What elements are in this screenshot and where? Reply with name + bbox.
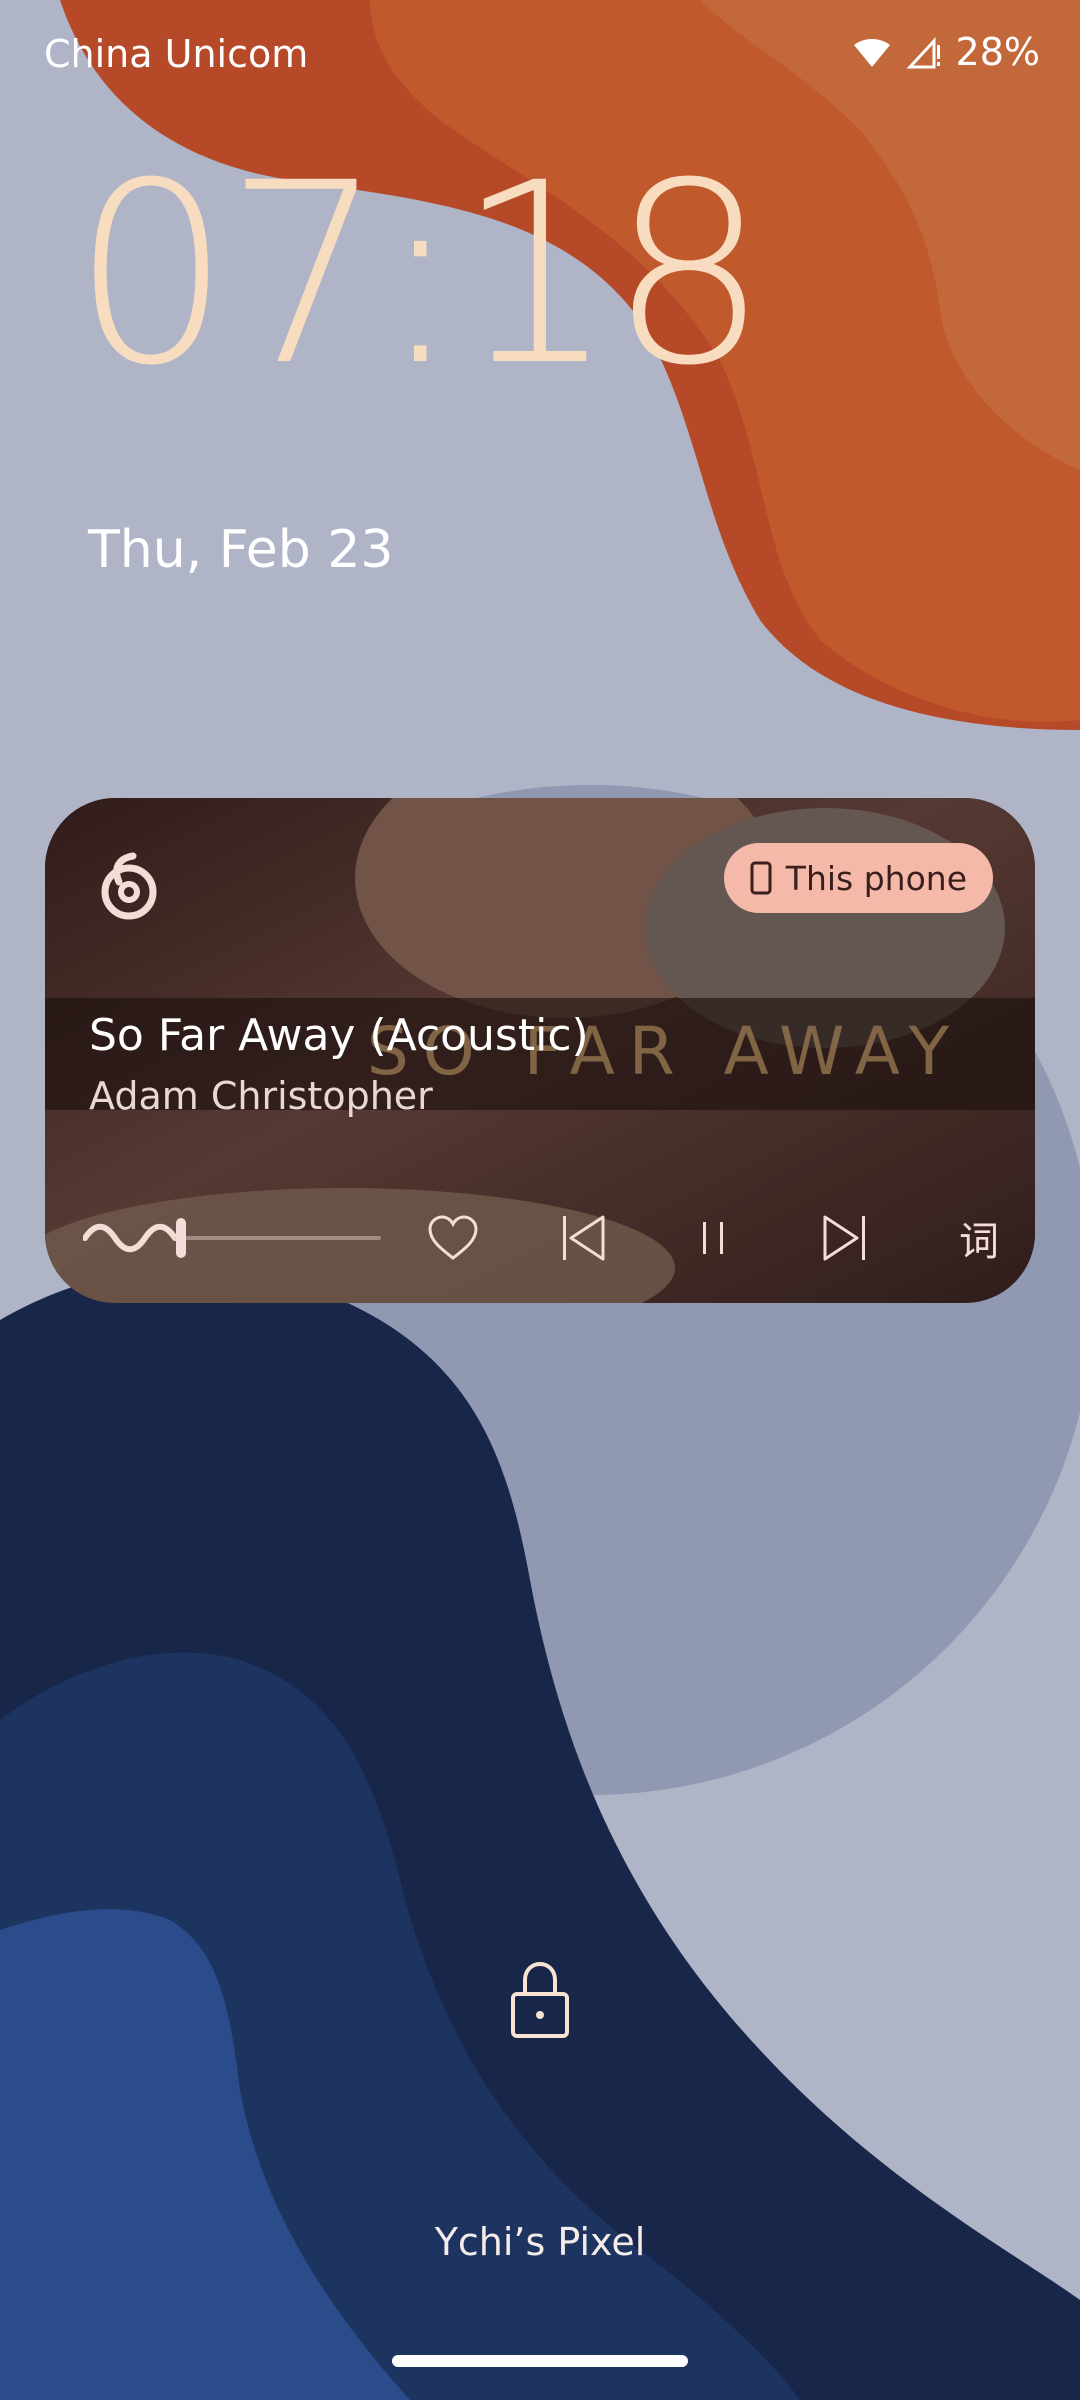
track-title: So Far Away (Acoustic) <box>89 1010 589 1061</box>
track-artist: Adam Christopher <box>89 1074 433 1118</box>
lockscreen-date[interactable]: Thu, Feb 23 <box>88 520 394 580</box>
lockscreen-clock: 07:18 <box>72 129 768 420</box>
pause-button[interactable] <box>675 1203 751 1273</box>
like-button[interactable] <box>415 1203 491 1273</box>
wifi-icon <box>853 39 890 67</box>
heart-icon <box>428 1215 478 1260</box>
seek-thumb <box>176 1218 186 1258</box>
next-button[interactable] <box>807 1203 883 1273</box>
skip-previous-icon <box>563 1215 605 1261</box>
output-device-chip[interactable]: This phone <box>723 843 993 913</box>
cell-signal-icon <box>906 37 940 69</box>
phone-icon <box>750 861 772 895</box>
battery-percentage: 28% <box>955 30 1040 74</box>
carrier-name: China Unicom <box>44 32 309 76</box>
previous-button[interactable] <box>545 1203 621 1273</box>
lyrics-label: 词 <box>959 1219 999 1265</box>
skip-next-icon <box>823 1215 865 1261</box>
netease-music-icon[interactable] <box>89 848 169 928</box>
status-icons: 28% <box>852 30 1040 74</box>
output-device-label: This phone <box>785 858 967 898</box>
pause-icon <box>703 1222 723 1254</box>
media-controls: 词 <box>45 1203 1035 1273</box>
lock-icon[interactable] <box>505 1960 575 2040</box>
lyrics-button[interactable]: 词 <box>941 1203 1017 1273</box>
gesture-home-bar[interactable] <box>392 2355 688 2367</box>
seek-bar[interactable] <box>83 1203 383 1273</box>
media-player-card[interactable]: SO FAR AWAY This phone So Far Away (Acou… <box>45 798 1035 1303</box>
device-owner-label: Ychi’s Pixel <box>434 2220 646 2264</box>
status-bar: China Unicom 28% <box>0 0 1080 110</box>
